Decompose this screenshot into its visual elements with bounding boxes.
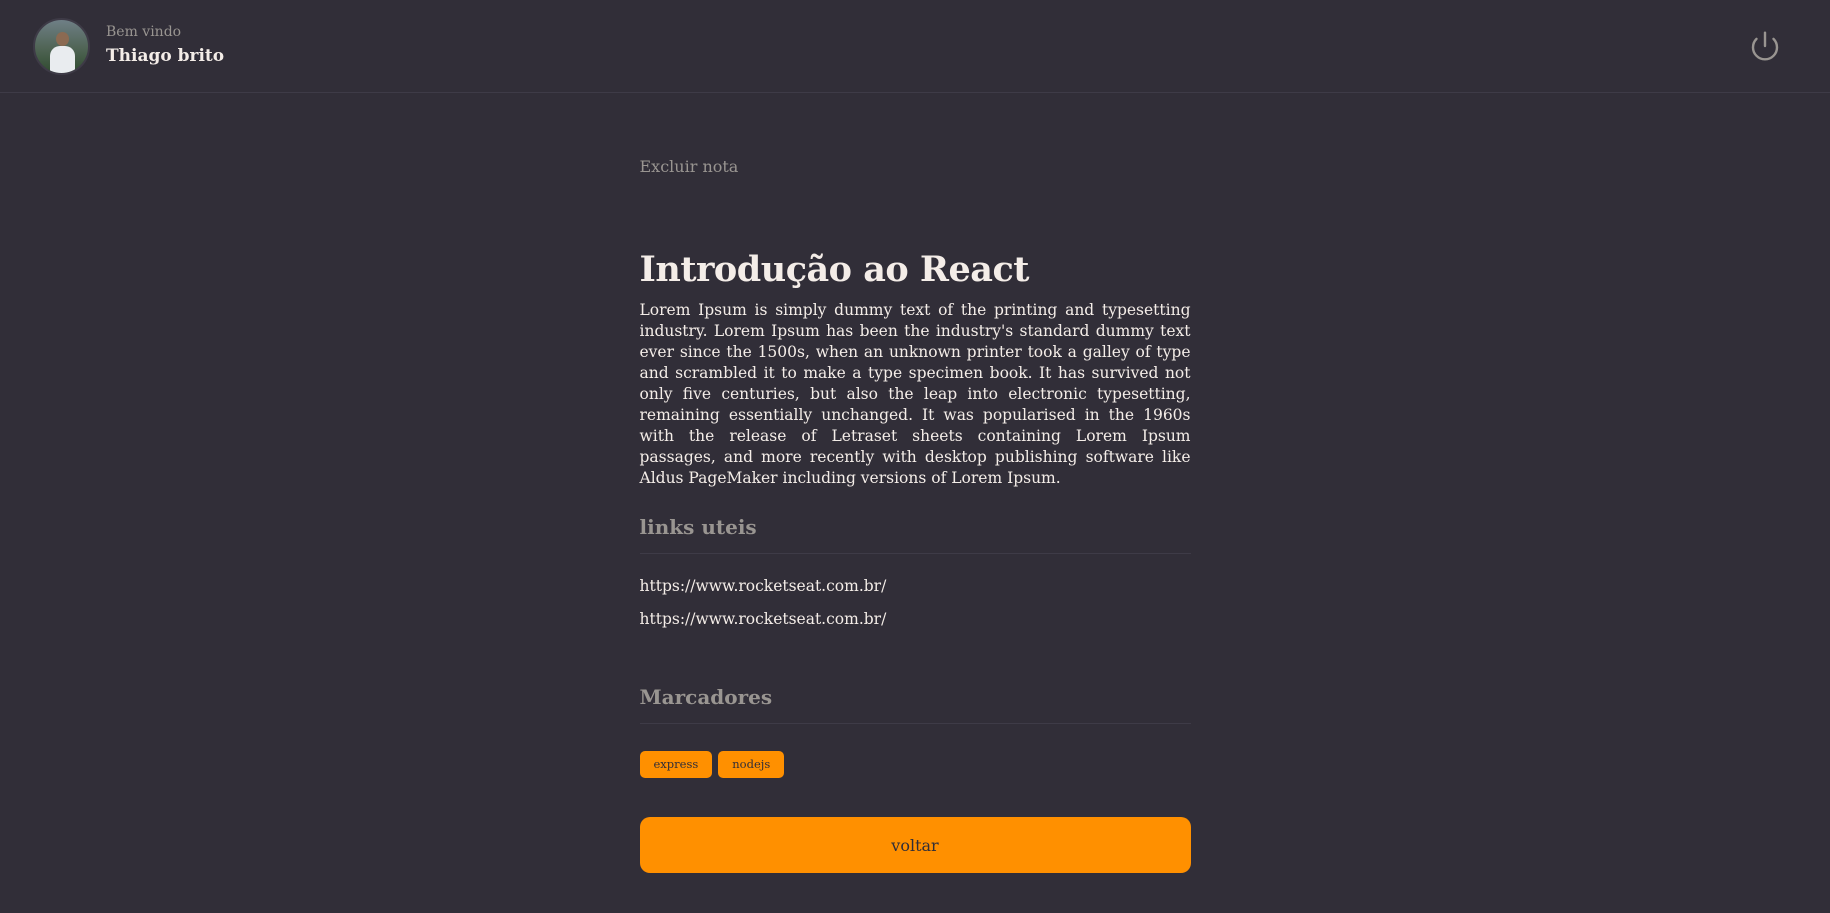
greeting-label: Bem vindo: [106, 24, 182, 40]
list-item: https://www.rocketseat.com.br/: [640, 607, 1191, 631]
back-button[interactable]: voltar: [639, 817, 1191, 873]
tags-section: Marcadores express nodejs: [639, 685, 1191, 778]
greeting-block: Bem vindo Thiago brito: [106, 22, 224, 70]
link-item[interactable]: https://www.rocketseat.com.br/: [640, 577, 887, 595]
tags-list: express nodejs: [639, 751, 1191, 778]
list-item: https://www.rocketseat.com.br/: [640, 574, 1191, 598]
note-title: Introdução ao React: [639, 249, 1030, 290]
tags-section-title: Marcadores: [639, 685, 1191, 724]
links-list: https://www.rocketseat.com.br/ https://w…: [640, 574, 1191, 631]
links-section: links uteis https://www.rocketseat.com.b…: [639, 515, 1191, 631]
link-item[interactable]: https://www.rocketseat.com.br/: [640, 610, 887, 628]
user-profile: Bem vindo Thiago brito: [33, 17, 224, 75]
app-header: Bem vindo Thiago brito: [0, 0, 1830, 93]
avatar[interactable]: [33, 17, 90, 75]
power-icon: [1751, 31, 1779, 61]
tag-nodejs: nodejs: [718, 751, 785, 778]
note-details: Excluir nota Introdução ao React Lorem I…: [639, 93, 1191, 873]
tag-express: express: [639, 751, 713, 778]
note-description: Lorem Ipsum is simply dummy text of the …: [639, 301, 1191, 487]
user-name[interactable]: Thiago brito: [106, 42, 224, 70]
links-section-title: links uteis: [639, 515, 1191, 554]
logout-button[interactable]: [1748, 29, 1782, 63]
delete-note-button[interactable]: Excluir nota: [640, 157, 739, 176]
